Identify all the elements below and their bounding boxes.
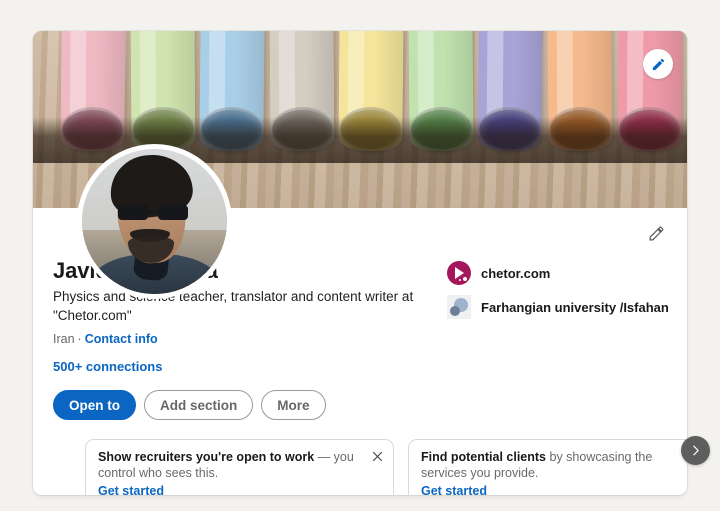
profile-card: Javid Farjamnia Physics and science teac… [33,31,687,495]
open-to-button[interactable]: Open to [53,390,136,420]
more-button[interactable]: More [261,390,326,420]
connections-link[interactable]: 500+ connections [53,358,447,375]
dismiss-promo-button[interactable] [369,448,385,464]
profile-location-row: Iran · Contact info [53,331,447,347]
sunglasses-detail [118,205,188,220]
contact-info-link[interactable]: Contact info [85,332,158,346]
avatar[interactable] [77,144,232,299]
affiliations-list: chetor.com Farhangian university /Isfaha… [447,261,669,319]
separator-dot: · [77,332,82,346]
affiliation-school-label: Farhangian university /Isfahan [481,299,669,315]
edit-banner-button[interactable] [643,49,673,79]
chetor-logo-icon [447,261,471,285]
promo-carousel: Show recruiters you're open to work — yo… [33,439,687,495]
page-root: Javid Farjamnia Physics and science teac… [0,0,720,511]
promo-cta-link[interactable]: Get started [421,483,682,495]
carousel-next-button[interactable] [681,436,710,465]
promo-text: Find potential clients by showcasing the… [421,449,682,481]
edit-intro-button[interactable] [643,220,669,246]
university-logo-icon [447,295,471,319]
affiliation-school[interactable]: Farhangian university /Isfahan [447,295,669,319]
profile-location: Iran [53,332,75,346]
avatar-image [82,149,227,294]
pencil-icon [649,226,663,240]
promo-text-bold: Show recruiters you're open to work [98,450,315,464]
pencil-icon [652,58,664,70]
promo-card-open-to-work: Show recruiters you're open to work — yo… [85,439,394,495]
chevron-right-icon [693,445,699,456]
close-icon [372,451,382,461]
affiliation-company[interactable]: chetor.com [447,261,657,285]
profile-actions: Open to Add section More [53,390,663,420]
promo-text-bold: Find potential clients [421,450,547,464]
add-section-button[interactable]: Add section [144,390,254,420]
promo-text: Show recruiters you're open to work — yo… [98,449,359,481]
promo-card-find-clients: Find potential clients by showcasing the… [408,439,687,495]
affiliation-company-label: chetor.com [481,265,551,281]
promo-cta-link[interactable]: Get started [98,483,359,495]
